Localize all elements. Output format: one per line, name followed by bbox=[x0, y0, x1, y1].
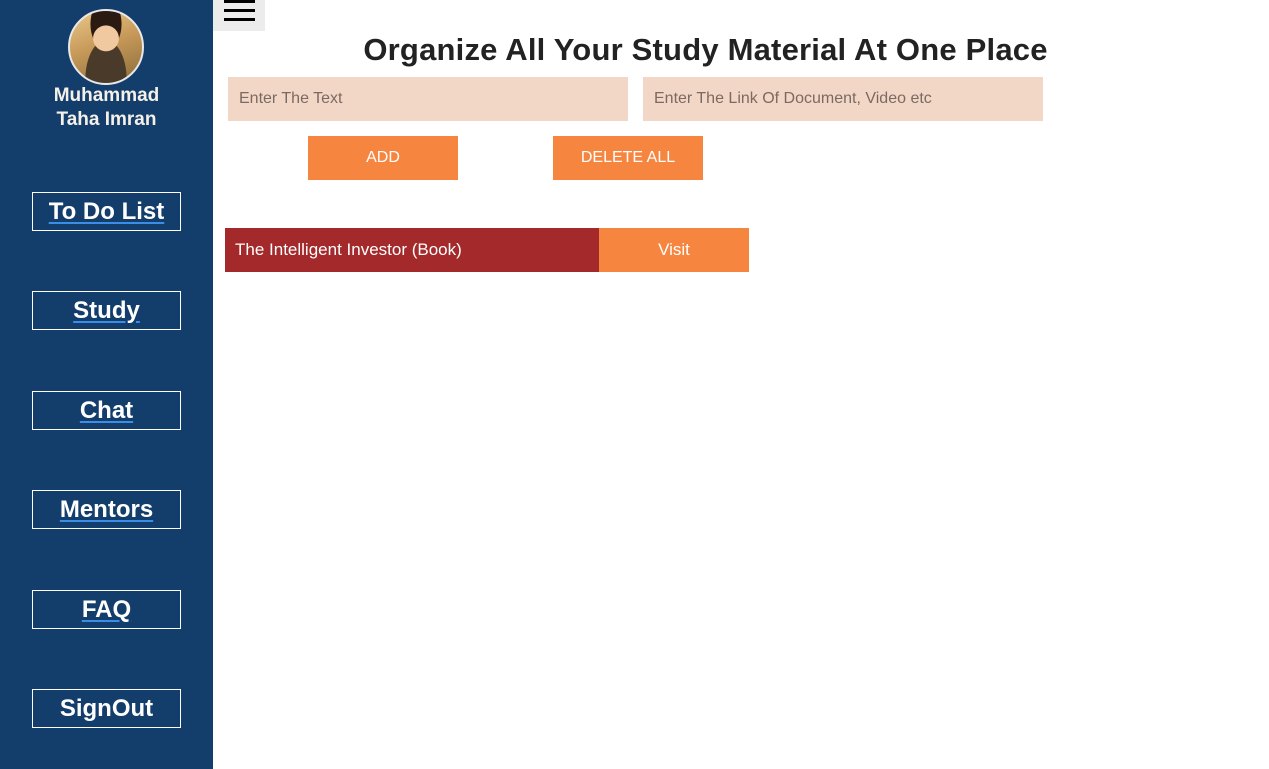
hamburger-menu-icon[interactable] bbox=[213, 0, 265, 31]
nav-todo-list[interactable]: To Do List bbox=[32, 192, 181, 231]
nav-signout[interactable]: SignOut bbox=[32, 689, 181, 728]
material-list-item: The Intelligent Investor (Book) Visit bbox=[225, 228, 749, 272]
user-name: Muhammad Taha Imran bbox=[53, 85, 160, 130]
sidebar: Muhammad Taha Imran To Do List Study Cha… bbox=[0, 0, 213, 769]
user-avatar bbox=[68, 9, 144, 85]
nav-mentors[interactable]: Mentors bbox=[32, 490, 181, 529]
material-title: The Intelligent Investor (Book) bbox=[225, 228, 599, 272]
page-title: Organize All Your Study Material At One … bbox=[363, 32, 1048, 67]
nav-faq[interactable]: FAQ bbox=[32, 590, 181, 629]
nav-study[interactable]: Study bbox=[32, 291, 181, 330]
nav-chat[interactable]: Chat bbox=[32, 391, 181, 430]
add-button[interactable]: ADD bbox=[308, 136, 458, 180]
visit-button[interactable]: Visit bbox=[599, 228, 749, 272]
material-text-input[interactable] bbox=[228, 77, 628, 121]
material-link-input[interactable] bbox=[643, 77, 1043, 121]
delete-all-button[interactable]: DELETE ALL bbox=[553, 136, 703, 180]
